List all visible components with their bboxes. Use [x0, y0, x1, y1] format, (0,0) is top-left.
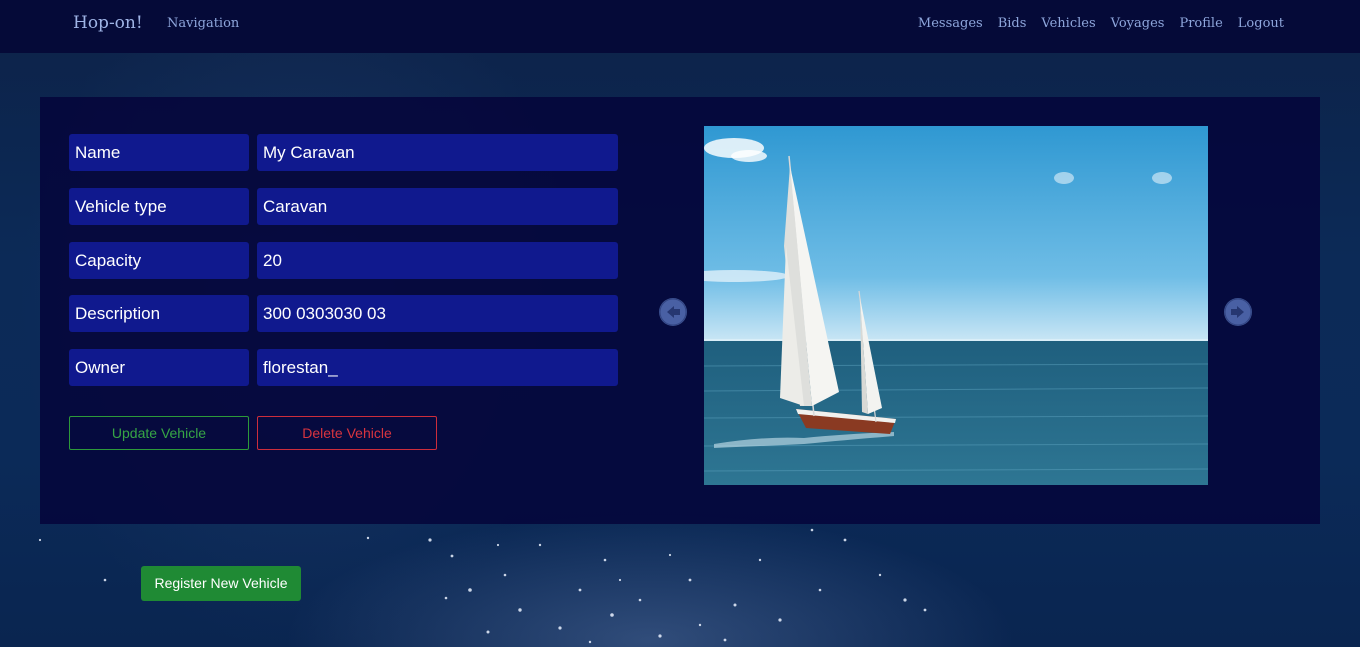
sailboat-image	[704, 126, 1208, 485]
nav-voyages[interactable]: Voyages	[1111, 16, 1165, 31]
nav-messages[interactable]: Messages	[918, 16, 983, 31]
register-new-vehicle-button[interactable]: Register New Vehicle	[141, 566, 301, 601]
nav-logout[interactable]: Logout	[1238, 16, 1284, 31]
field-label: Owner	[69, 349, 249, 386]
nav-bids[interactable]: Bids	[998, 16, 1027, 31]
nav-vehicles[interactable]: Vehicles	[1041, 16, 1095, 31]
carousel-next-button[interactable]	[1224, 298, 1252, 326]
field-value-owner: florestan_	[257, 349, 618, 386]
field-value-vehicle-type: Caravan	[257, 188, 618, 225]
nav-profile[interactable]: Profile	[1179, 16, 1222, 31]
vehicle-photo	[704, 126, 1208, 485]
top-navbar: Hop-on! Navigation Messages Bids Vehicle…	[0, 0, 1360, 53]
vehicle-panel: Name My Caravan Vehicle type Caravan Cap…	[40, 97, 1320, 524]
field-label: Capacity	[69, 242, 249, 279]
carousel-prev-button[interactable]	[659, 298, 687, 326]
arrow-right-icon	[1224, 298, 1252, 326]
field-value-name: My Caravan	[257, 134, 618, 171]
field-label: Vehicle type	[69, 188, 249, 225]
field-label: Description	[69, 295, 249, 332]
brand-logo[interactable]: Hop-on!	[73, 13, 143, 33]
delete-vehicle-button[interactable]: Delete Vehicle	[257, 416, 437, 450]
update-vehicle-button[interactable]: Update Vehicle	[69, 416, 249, 450]
nav-links: Messages Bids Vehicles Voyages Profile L…	[918, 16, 1284, 31]
field-label: Name	[69, 134, 249, 171]
arrow-left-icon	[659, 298, 687, 326]
field-value-description: 300 0303030 03	[257, 295, 618, 332]
nav-navigation[interactable]: Navigation	[167, 16, 239, 31]
field-value-capacity: 20	[257, 242, 618, 279]
